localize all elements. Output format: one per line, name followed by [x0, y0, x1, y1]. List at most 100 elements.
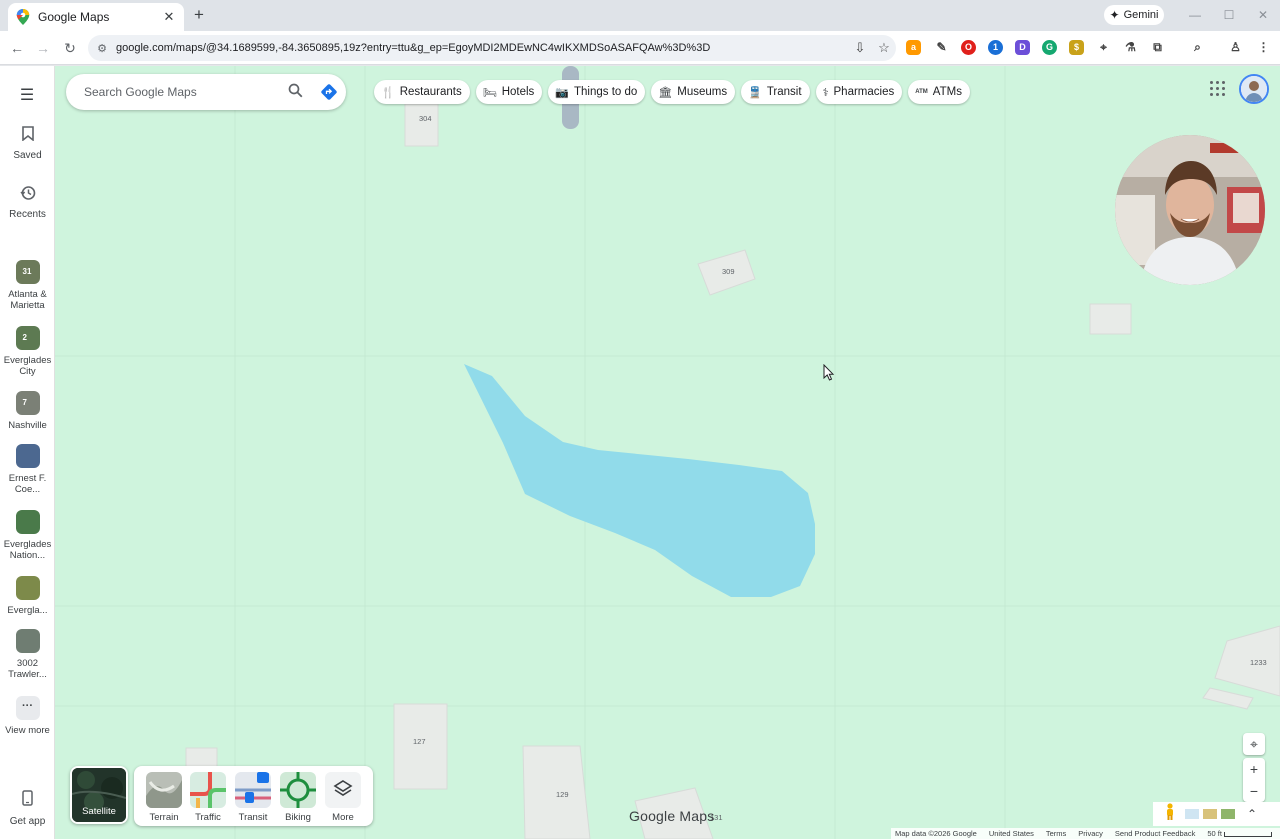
- reload-icon[interactable]: ↻: [61, 39, 79, 57]
- puzzle-icon[interactable]: ⧉: [1150, 40, 1165, 55]
- expand-chevron-icon[interactable]: ⌃: [1247, 807, 1257, 821]
- chip-hotels[interactable]: 🛏 Hotels: [475, 80, 543, 104]
- phone-icon: [0, 790, 55, 810]
- feedback-link[interactable]: Send Product Feedback: [1115, 829, 1195, 838]
- chip-label: ATMs: [932, 86, 962, 98]
- d-icon[interactable]: D: [1015, 40, 1030, 55]
- chip-atms[interactable]: ATM ATMs: [908, 80, 970, 104]
- chip-label: Hotels: [501, 86, 535, 98]
- map-attribution-bar: Map data ©2026 Google United States Term…: [891, 828, 1280, 839]
- tab-title: Google Maps: [38, 10, 110, 24]
- scale-indicator[interactable]: 50 ft: [1207, 829, 1272, 838]
- google-apps-icon[interactable]: [1210, 81, 1226, 97]
- recent-label: Nashville: [8, 420, 47, 431]
- recents-button[interactable]: Recents: [0, 185, 55, 220]
- recent-item[interactable]: 31 Atlanta & Marietta: [0, 260, 55, 311]
- forward-arrow-icon[interactable]: →: [34, 39, 52, 57]
- transit-layer-option[interactable]: Transit: [231, 772, 275, 823]
- recent-label: Atlanta & Marietta: [8, 289, 47, 311]
- transit-label: Transit: [238, 812, 268, 823]
- pond-water: [464, 364, 815, 597]
- install-app-icon[interactable]: ⇩: [848, 40, 872, 56]
- maps-pin-icon[interactable]: ⌖: [1096, 40, 1111, 55]
- more-dots-icon: ···: [15, 696, 40, 720]
- search-input[interactable]: [84, 85, 278, 99]
- maximize-icon[interactable]: ☐: [1220, 6, 1238, 24]
- biking-layer-option[interactable]: Biking: [276, 772, 320, 823]
- chrome-menu-icon[interactable]: ⋮: [1256, 40, 1271, 55]
- pegman-icon[interactable]: [1165, 802, 1175, 826]
- terrain-layer-option[interactable]: Terrain: [142, 772, 186, 823]
- tab-close-icon[interactable]: ✕: [162, 9, 176, 25]
- browser-toolbar: ← → ↻ ⚙ google.com/maps/@34.1689599,-84.…: [0, 31, 1280, 65]
- site-info-icon[interactable]: ⚙: [88, 42, 116, 55]
- imagery-thumb-2[interactable]: [1203, 809, 1217, 819]
- google-maps-favicon: [16, 9, 30, 25]
- bookmark-star-icon[interactable]: ☆: [872, 40, 896, 56]
- pen-icon[interactable]: ✎: [934, 40, 949, 55]
- onepassword-icon[interactable]: 1: [988, 40, 1003, 55]
- saved-button[interactable]: Saved: [0, 126, 55, 161]
- coupon-icon[interactable]: $: [1069, 40, 1084, 55]
- tab-search-icon[interactable]: ⌕: [1190, 40, 1205, 55]
- active-tab[interactable]: Google Maps ✕: [8, 3, 184, 31]
- amazon-icon[interactable]: a: [906, 40, 921, 55]
- recent-item[interactable]: Everglades Nation...: [0, 510, 55, 561]
- zoom-out-button[interactable]: −: [1243, 780, 1265, 802]
- recent-label: Ernest F. Coe...: [8, 473, 47, 495]
- view-more-button[interactable]: ··· View more: [0, 696, 55, 736]
- recent-item[interactable]: Evergla...: [0, 576, 55, 616]
- imagery-thumb-3[interactable]: [1221, 809, 1235, 819]
- chip-restaurants[interactable]: 🍴 Restaurants: [374, 80, 470, 104]
- window-close-icon[interactable]: ✕: [1254, 6, 1272, 24]
- bottom-controls-strip: ⌃: [1153, 802, 1280, 826]
- biking-label: Biking: [285, 812, 311, 823]
- flask-icon[interactable]: ⚗: [1123, 40, 1138, 55]
- gemini-label: Gemini: [1123, 9, 1159, 21]
- train-icon: 🚆: [748, 86, 762, 99]
- chip-transit[interactable]: 🚆 Transit: [741, 80, 810, 104]
- directions-icon[interactable]: [312, 83, 346, 101]
- recent-item[interactable]: 7 Nashville: [0, 391, 55, 431]
- map-canvas[interactable]: 304 309 127 129 131 1233 🍴Restaurants🛏Ho…: [55, 66, 1280, 839]
- browser-tab-strip: Google Maps ✕ + ✦ Gemini — ☐ ✕: [0, 0, 1280, 31]
- get-app-button[interactable]: Get app: [0, 790, 55, 827]
- zoom-in-button[interactable]: +: [1243, 758, 1265, 780]
- saved-label: Saved: [13, 150, 42, 161]
- chip-museums[interactable]: 🏛 Museums: [651, 80, 736, 104]
- chip-things-to-do[interactable]: 📷 Things to do: [548, 80, 646, 104]
- traffic-layer-option[interactable]: Traffic: [186, 772, 230, 823]
- scale-bar: [1223, 831, 1272, 837]
- hamburger-menu-icon[interactable]: ☰: [18, 85, 36, 105]
- recent-item[interactable]: Ernest F. Coe...: [0, 444, 55, 495]
- privacy-link[interactable]: Privacy: [1078, 829, 1103, 838]
- my-location-icon[interactable]: ⌖: [1243, 733, 1265, 755]
- terms-link[interactable]: Terms: [1046, 829, 1066, 838]
- satellite-layer-button[interactable]: Satellite: [70, 766, 128, 824]
- gemini-button[interactable]: ✦ Gemini: [1104, 5, 1164, 25]
- back-arrow-icon[interactable]: ←: [8, 39, 26, 57]
- traffic-label: Traffic: [195, 812, 221, 823]
- scale-label: 50 ft: [1207, 829, 1222, 838]
- imagery-thumb-1[interactable]: [1185, 809, 1199, 819]
- traffic-icon: [190, 772, 226, 808]
- profile-icon[interactable]: ♙: [1228, 40, 1243, 55]
- recent-item[interactable]: 3002 Trawler...: [0, 629, 55, 680]
- address-bar[interactable]: ⚙ google.com/maps/@34.1689599,-84.365089…: [88, 35, 896, 61]
- view-more-label: View more: [5, 725, 50, 736]
- country-link[interactable]: United States: [989, 829, 1034, 838]
- recent-item[interactable]: 2 Everglades City: [0, 326, 55, 377]
- building-label-309: 309: [722, 267, 735, 276]
- opera-icon[interactable]: O: [961, 40, 976, 55]
- chip-pharmacies[interactable]: ⚕ Pharmacies: [815, 80, 903, 104]
- search-icon[interactable]: [278, 83, 312, 102]
- layers-stack-icon: [325, 772, 361, 808]
- building-label-127: 127: [413, 737, 426, 746]
- minimize-icon[interactable]: —: [1186, 6, 1204, 24]
- url-text[interactable]: google.com/maps/@34.1689599,-84.3650895,…: [116, 42, 848, 54]
- grammarly-icon[interactable]: G: [1042, 40, 1057, 55]
- new-tab-button[interactable]: +: [190, 5, 208, 25]
- more-layers-option[interactable]: More: [321, 772, 365, 823]
- recent-thumbnail: 2: [15, 326, 40, 350]
- account-avatar[interactable]: [1239, 74, 1269, 104]
